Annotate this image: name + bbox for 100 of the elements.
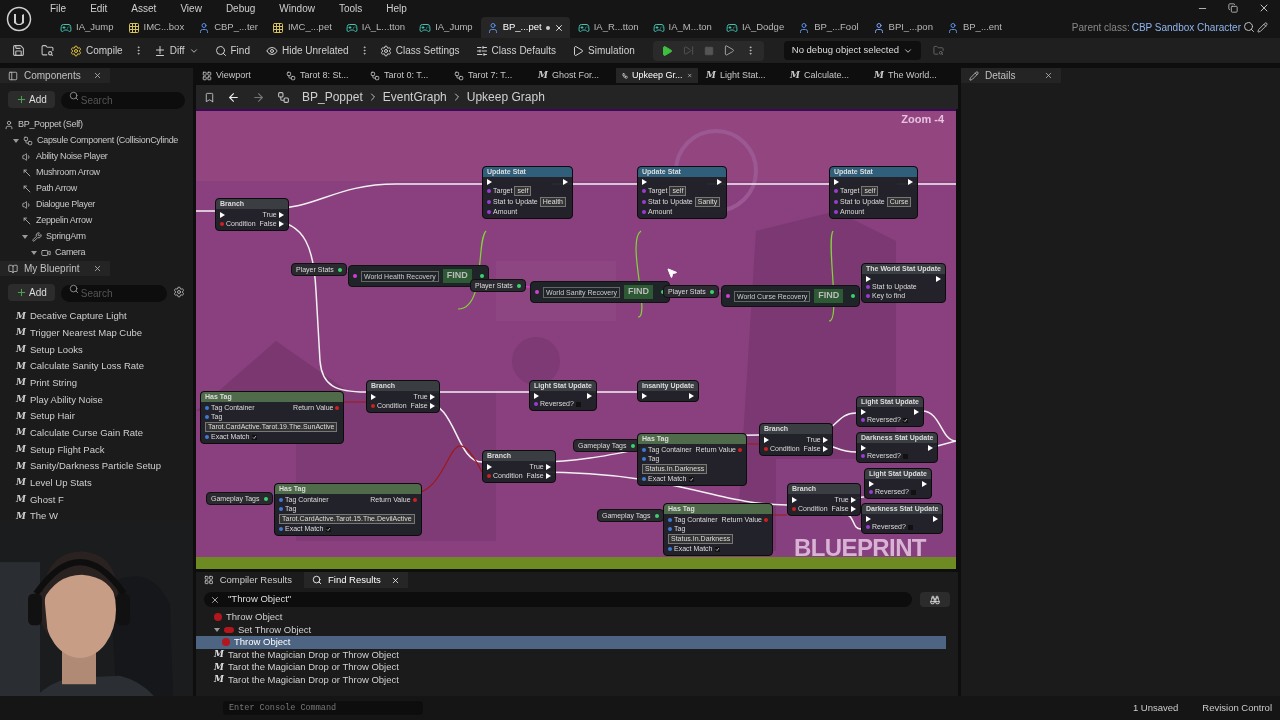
menu-item[interactable]: Window xyxy=(267,0,327,16)
result-item[interactable]: Throw Object xyxy=(196,636,946,649)
simulation-button[interactable]: Simulation xyxy=(566,40,641,61)
checkbox[interactable] xyxy=(325,526,331,532)
asset-tab[interactable]: IA_Dodge xyxy=(719,17,791,38)
component-item[interactable]: Capsule Component (CollisionCylinde xyxy=(0,133,193,149)
close-icon[interactable] xyxy=(391,575,400,585)
checkbox[interactable] xyxy=(902,453,908,459)
checkbox[interactable] xyxy=(907,524,913,530)
panel-tab[interactable]: Compiler Results xyxy=(196,572,300,588)
expand-arrow-icon[interactable] xyxy=(22,235,28,239)
document-tab[interactable]: Upkeep Gr... xyxy=(616,68,698,83)
search-icon[interactable] xyxy=(1243,21,1255,33)
document-tab[interactable]: M The World... xyxy=(868,68,950,83)
component-item[interactable]: Path Arrow xyxy=(0,181,193,197)
find-button[interactable] xyxy=(920,592,950,607)
close-icon[interactable] xyxy=(1044,71,1053,80)
checkbox[interactable] xyxy=(714,546,720,552)
asset-tab[interactable]: IA_Jump xyxy=(413,17,479,38)
unsaved-indicator[interactable]: 1 Unsaved xyxy=(1132,700,1179,716)
find-button[interactable]: Find xyxy=(208,40,256,61)
revision-control-button[interactable]: Revision Control xyxy=(1202,700,1272,716)
checkbox[interactable] xyxy=(688,476,694,482)
breadcrumb-item[interactable]: EventGraph xyxy=(382,88,447,106)
checkbox[interactable] xyxy=(910,489,916,495)
menu-item[interactable]: File xyxy=(38,0,79,16)
browse-icon[interactable] xyxy=(41,44,54,57)
document-tab[interactable]: Viewport xyxy=(196,68,278,83)
function-item[interactable]: M Level Up Stats xyxy=(0,474,193,492)
diff-button[interactable]: Diff xyxy=(147,40,205,61)
document-tab[interactable]: Tarot 0: T... xyxy=(364,68,446,83)
debug-object-dropdown[interactable]: No debug object selected xyxy=(783,41,921,60)
class-settings-button[interactable]: Class Settings xyxy=(373,40,466,61)
compile-button[interactable]: Compile xyxy=(64,40,129,61)
back-icon[interactable] xyxy=(227,90,240,104)
forward-icon[interactable] xyxy=(252,90,265,104)
edit-icon[interactable] xyxy=(1257,21,1268,33)
result-item[interactable]: M Tarot the Magician Drop or Throw Object xyxy=(196,648,946,661)
expand-arrow-icon[interactable] xyxy=(13,139,19,143)
function-item[interactable]: M Sanity/Darkness Particle Setup xyxy=(0,458,193,475)
parent-class-link[interactable]: CBP Sandbox Character xyxy=(1131,19,1241,35)
asset-tab[interactable]: BP_...Fool xyxy=(792,17,865,38)
hide-unrelated-button[interactable]: Hide Unrelated xyxy=(259,40,355,61)
component-item[interactable]: Camera xyxy=(0,245,193,261)
result-item[interactable]: Set Throw Object xyxy=(196,623,946,636)
checkbox[interactable] xyxy=(575,401,581,407)
checkbox[interactable] xyxy=(902,417,908,423)
result-item[interactable]: M Tarot the Magician Drop or Throw Object xyxy=(196,661,946,674)
document-tab[interactable]: M Ghost For... xyxy=(532,68,614,83)
function-item[interactable]: M Trigger Nearest Map Cube xyxy=(0,324,193,342)
component-item[interactable]: BP_Poppet (Self) xyxy=(0,117,193,133)
asset-tab[interactable]: BP_...pet xyxy=(480,17,570,38)
breadcrumb-item[interactable]: Upkeep Graph xyxy=(466,88,545,106)
menu-item[interactable]: Help xyxy=(374,0,419,16)
function-item[interactable]: M Decative Capture Light xyxy=(0,308,193,325)
asset-tab[interactable]: BP_...ent xyxy=(940,17,1008,38)
close-icon[interactable] xyxy=(93,264,102,273)
close-icon[interactable] xyxy=(1258,2,1270,14)
document-tab[interactable]: Tarot 7: T... xyxy=(448,68,530,83)
expand-arrow-icon[interactable] xyxy=(214,627,220,632)
save-icon[interactable] xyxy=(12,44,25,57)
component-item[interactable]: Mushroom Arrow xyxy=(0,165,193,181)
add-button[interactable]: Add xyxy=(8,90,55,108)
component-item[interactable]: SpringArm xyxy=(0,229,193,245)
asset-tab[interactable]: IA_Jump xyxy=(54,17,120,38)
asset-tab[interactable]: IA_M...ton xyxy=(646,17,718,38)
function-item[interactable]: M The W xyxy=(0,508,193,525)
restore-icon[interactable] xyxy=(1228,3,1238,13)
document-tab[interactable]: M Light Stat... xyxy=(700,68,782,83)
menu-item[interactable]: Edit xyxy=(78,0,120,16)
asset-tab[interactable]: CBP_...ter xyxy=(192,17,264,38)
document-tab[interactable]: Tarot 8: St... xyxy=(280,68,362,83)
find-field[interactable]: "Throw Object" xyxy=(204,592,912,607)
document-tab[interactable]: M Calculate... xyxy=(784,68,866,83)
result-item[interactable]: Throw Object xyxy=(196,611,946,624)
result-item[interactable]: M Tarot the Magician Drop or Throw Object xyxy=(196,673,946,686)
search-field[interactable]: Search xyxy=(60,92,185,109)
expand-arrow-icon[interactable] xyxy=(31,251,37,255)
menu-item[interactable]: Tools xyxy=(326,0,375,16)
breadcrumb-item[interactable]: BP_Poppet xyxy=(302,88,363,106)
asset-tab[interactable]: BPI_...pon xyxy=(866,17,939,38)
close-icon[interactable] xyxy=(553,22,564,33)
panel-tab[interactable]: Find Results xyxy=(304,572,408,588)
close-icon[interactable] xyxy=(93,71,102,80)
console-field[interactable]: Enter Console Command xyxy=(223,701,423,715)
eject-icon[interactable] xyxy=(723,45,735,56)
asset-tab[interactable]: IMC_...pet xyxy=(266,17,338,38)
menu-item[interactable]: Asset xyxy=(119,0,169,16)
function-item[interactable]: M Setup Flight Pack xyxy=(0,441,193,459)
component-item[interactable]: Zeppelin Arrow xyxy=(0,213,193,229)
component-item[interactable]: Ability Noise Player xyxy=(0,149,193,165)
function-item[interactable]: M Setup Hair xyxy=(0,408,193,425)
clear-icon[interactable] xyxy=(210,594,220,605)
function-item[interactable]: M Calculate Sanity Loss Rate xyxy=(0,358,193,375)
asset-tab[interactable]: IA_R...tton xyxy=(571,17,645,38)
function-item[interactable]: M Play Ability Noise xyxy=(0,391,193,409)
function-item[interactable]: M Print String xyxy=(0,374,193,392)
function-item[interactable]: M Calculate Curse Gain Rate xyxy=(0,424,193,442)
play-icon[interactable] xyxy=(660,44,673,57)
bookmark-icon[interactable] xyxy=(204,91,215,103)
